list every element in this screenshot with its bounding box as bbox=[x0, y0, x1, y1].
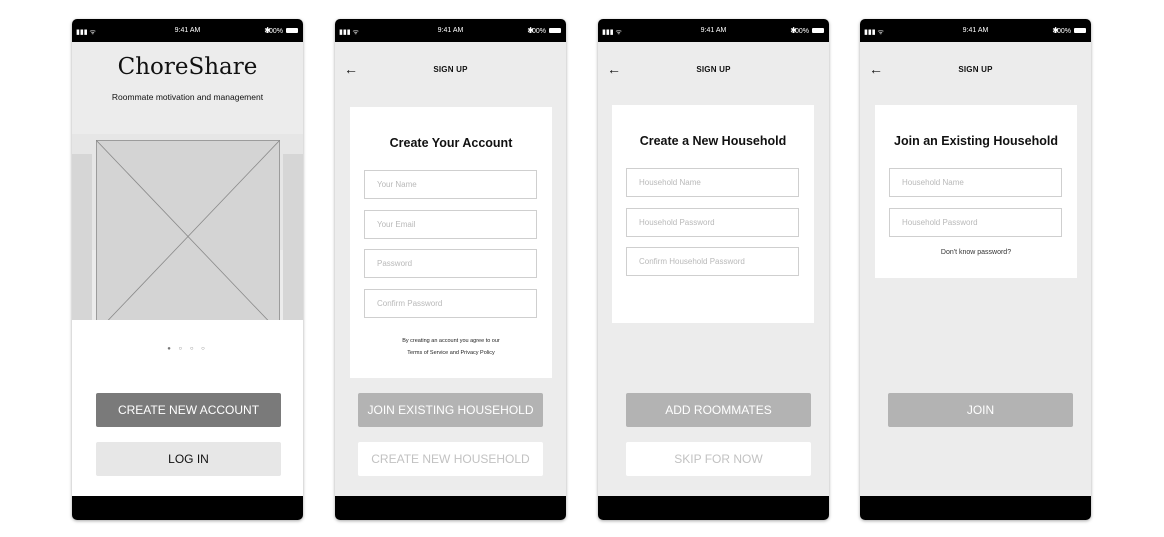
carousel[interactable] bbox=[72, 134, 303, 334]
phone-create-account: ▮▮▮ ᯤ 9:41 AM ✱ 100% ← SIGN UP Create Yo… bbox=[335, 19, 566, 520]
status-bar: ▮▮▮ ᯤ 9:41 AM ✱ 100% bbox=[860, 19, 1091, 42]
home-bar bbox=[335, 496, 566, 520]
status-bar: ▮▮▮ ᯤ 9:41 AM ✱ 100% bbox=[72, 19, 303, 42]
home-bar bbox=[72, 496, 303, 520]
status-bar: ▮▮▮ ᯤ 9:41 AM ✱ 100% bbox=[335, 19, 566, 42]
form-title: Create a New Household bbox=[639, 134, 787, 148]
forgot-password-link[interactable]: Don't know password? bbox=[875, 249, 1077, 256]
battery-icon bbox=[812, 28, 824, 33]
skip-button[interactable]: SKIP FOR NOW bbox=[626, 442, 811, 476]
form-title: Create Your Account bbox=[389, 136, 513, 150]
confirm-household-password-field[interactable]: Confirm Household Password bbox=[626, 247, 799, 276]
create-account-button[interactable]: CREATE NEW ACCOUNT bbox=[96, 393, 281, 427]
battery-icon bbox=[286, 28, 298, 33]
app-tagline: Roommate motivation and management bbox=[111, 92, 264, 102]
login-button[interactable]: LOG IN bbox=[96, 442, 281, 476]
email-field[interactable]: Your Email bbox=[364, 210, 537, 239]
battery-icon bbox=[1074, 28, 1086, 33]
battery-percent: 100% bbox=[1053, 28, 1071, 35]
battery-percent: 100% bbox=[528, 28, 546, 35]
header-title: SIGN UP bbox=[433, 65, 468, 74]
join-button[interactable]: JOIN bbox=[888, 393, 1073, 427]
household-form-card: Create a New Household Household Name Ho… bbox=[612, 105, 814, 323]
terms-link[interactable]: Terms of Service and Privacy Policy bbox=[350, 349, 552, 358]
home-bar bbox=[598, 496, 829, 520]
header-title: SIGN UP bbox=[958, 65, 993, 74]
password-field[interactable]: Password bbox=[364, 249, 537, 278]
confirm-password-field[interactable]: Confirm Password bbox=[364, 289, 537, 318]
carousel-next-image[interactable] bbox=[283, 154, 303, 320]
home-bar bbox=[860, 496, 1091, 520]
household-name-field[interactable]: Household Name bbox=[626, 168, 799, 197]
battery-percent: 100% bbox=[791, 28, 809, 35]
name-field[interactable]: Your Name bbox=[364, 170, 537, 199]
phone-welcome: ▮▮▮ ᯤ 9:41 AM ✱ 100% ChoreShare Roommate… bbox=[72, 19, 303, 520]
carousel-prev-image[interactable] bbox=[72, 154, 92, 320]
header-title: SIGN UP bbox=[696, 65, 731, 74]
battery-percent: 100% bbox=[265, 28, 283, 35]
image-placeholder bbox=[96, 140, 280, 333]
app-title: ChoreShare bbox=[117, 54, 258, 80]
household-password-field[interactable]: Household Password bbox=[626, 208, 799, 237]
add-roommates-button[interactable]: ADD ROOMMATES bbox=[626, 393, 811, 427]
join-form-card: Join an Existing Household Household Nam… bbox=[875, 105, 1077, 278]
carousel-dots[interactable]: ● ○ ○ ○ bbox=[72, 346, 303, 352]
form-title: Join an Existing Household bbox=[894, 134, 1058, 148]
phone-join-household: ▮▮▮ ᯤ 9:41 AM ✱ 100% ← SIGN UP Join an E… bbox=[860, 19, 1091, 520]
create-household-button[interactable]: CREATE NEW HOUSEHOLD bbox=[358, 442, 543, 476]
household-password-field[interactable]: Household Password bbox=[889, 208, 1062, 237]
account-form-card: Create Your Account Your Name Your Email… bbox=[350, 107, 552, 378]
household-name-field[interactable]: Household Name bbox=[889, 168, 1062, 197]
battery-icon bbox=[549, 28, 561, 33]
phone-new-household: ▮▮▮ ᯤ 9:41 AM ✱ 100% ← SIGN UP Create a … bbox=[598, 19, 829, 520]
terms-notice: By creating an account you agree to our bbox=[402, 338, 500, 344]
status-bar: ▮▮▮ ᯤ 9:41 AM ✱ 100% bbox=[598, 19, 829, 42]
join-household-button[interactable]: JOIN EXISTING HOUSEHOLD bbox=[358, 393, 543, 427]
